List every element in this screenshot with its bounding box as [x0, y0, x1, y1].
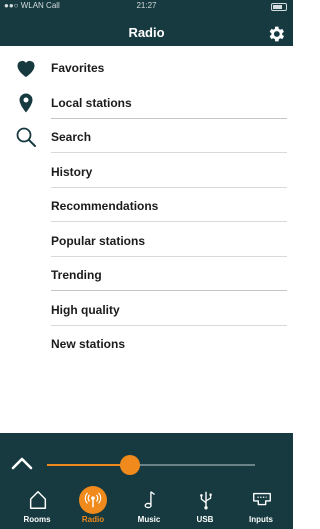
- menu-item-label: Favorites: [51, 61, 105, 75]
- menu-item-favorites[interactable]: Favorites: [0, 50, 293, 84]
- menu-item-local-stations[interactable]: Local stations: [0, 85, 293, 119]
- menu-item-search[interactable]: Search: [0, 119, 293, 153]
- search-icon: [16, 127, 36, 147]
- status-bar: ●●○ WLAN Call 21:27: [0, 0, 293, 12]
- home-icon: [29, 491, 47, 509]
- page-title: Radio: [128, 25, 165, 40]
- tab-music[interactable]: Music: [121, 485, 177, 527]
- menu-item-recommendations[interactable]: Recommendations: [0, 188, 293, 222]
- menu-item-label: High quality: [51, 303, 120, 317]
- divider: [51, 152, 287, 153]
- tab-label: Inputs: [249, 515, 273, 524]
- location-pin-icon: [19, 93, 33, 113]
- music-note-icon: [144, 491, 155, 509]
- tab-radio[interactable]: Radio: [65, 485, 121, 527]
- tab-label: Rooms: [23, 515, 51, 524]
- app-header: ●●○ WLAN Call 21:27 Radio: [0, 0, 293, 46]
- menu-item-label: Popular stations: [51, 234, 146, 248]
- volume-slider-thumb[interactable]: [120, 455, 141, 475]
- input-icon: [253, 492, 271, 506]
- menu-item-high-quality[interactable]: High quality: [0, 292, 293, 326]
- tab-label: Music: [137, 515, 161, 524]
- menu-item-label: History: [51, 165, 93, 179]
- menu-item-trending[interactable]: Trending: [0, 257, 293, 291]
- menu-item-label: Trending: [51, 268, 102, 282]
- menu-item-history[interactable]: History: [0, 154, 293, 188]
- volume-slider[interactable]: [47, 455, 255, 475]
- status-time: 21:27: [136, 1, 157, 10]
- tab-label: USB: [196, 515, 214, 524]
- tab-rooms[interactable]: Rooms: [9, 485, 65, 527]
- battery-icon: [271, 3, 287, 15]
- radio-icon: [84, 492, 102, 508]
- menu-item-new-stations[interactable]: New stations: [0, 326, 293, 360]
- usb-icon: [200, 491, 212, 510]
- menu-item-label: Local stations: [51, 96, 132, 110]
- divider: [51, 290, 287, 291]
- divider: [51, 221, 287, 222]
- menu-item-popular-stations[interactable]: Popular stations: [0, 223, 293, 257]
- tab-label: Radio: [81, 515, 105, 524]
- gear-icon[interactable]: [266, 24, 286, 44]
- menu-item-label: Search: [51, 130, 92, 144]
- chevron-up-icon[interactable]: [10, 455, 34, 471]
- menu-item-label: Recommendations: [51, 199, 159, 213]
- tab-usb[interactable]: USB: [177, 485, 233, 527]
- heart-icon: [17, 60, 35, 77]
- menu-item-label: New stations: [51, 337, 126, 351]
- tab-inputs[interactable]: Inputs: [233, 485, 289, 527]
- volume-slider-fill: [47, 464, 131, 466]
